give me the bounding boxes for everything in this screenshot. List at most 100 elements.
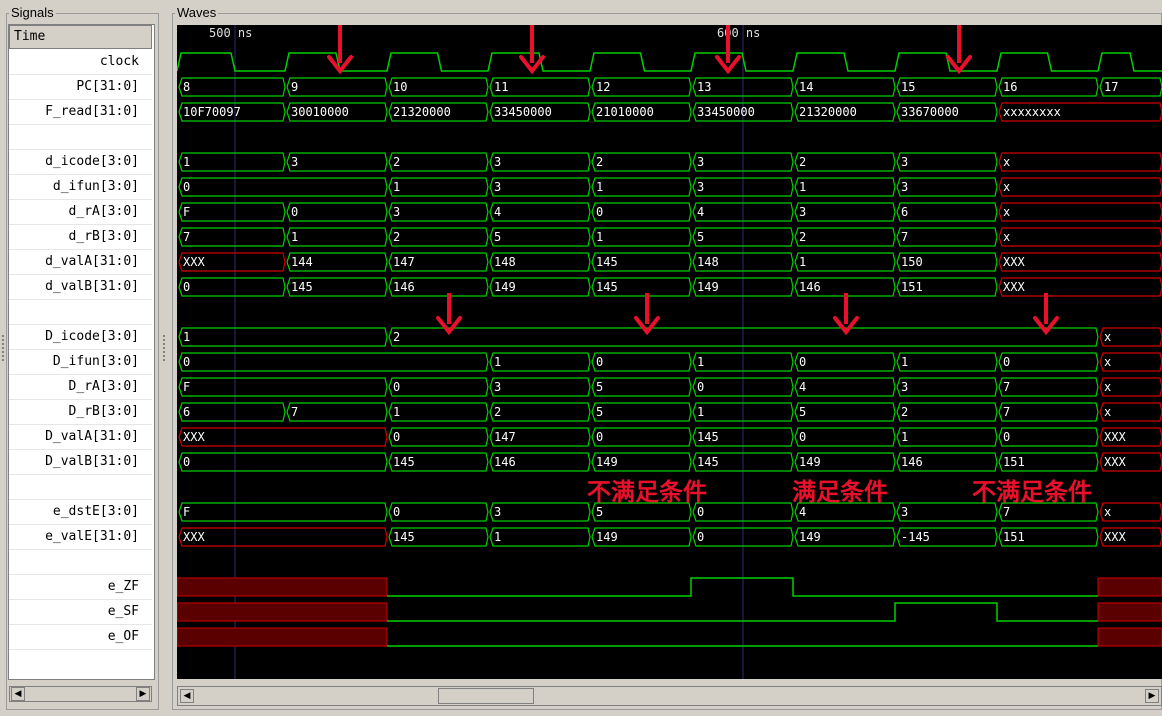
bus-value-label: XXX: [1104, 530, 1126, 544]
bus-segment: [489, 177, 591, 197]
signal-name[interactable]: d_icode[3:0]: [45, 154, 139, 170]
waves-panel-title: Waves: [175, 5, 219, 21]
bus-value-label: 0: [183, 455, 190, 469]
signal-name[interactable]: F_read[31:0]: [45, 104, 139, 120]
annotation-not-satisfied-1: 不满足条件: [587, 478, 707, 506]
signal-name[interactable]: D_ifun[3:0]: [53, 354, 139, 370]
signal-row-separator: [9, 399, 152, 400]
bus-segment: [896, 352, 998, 372]
bus-value-label: XXX: [1104, 455, 1126, 469]
bus-value-label: 3: [901, 505, 908, 519]
bus-segment: [896, 377, 998, 397]
bus-value-label: 151: [1003, 455, 1025, 469]
bus-value-label: XXX: [183, 530, 205, 544]
bus-segment: [896, 227, 998, 247]
bus-value-label: 1: [596, 180, 603, 194]
bit-undefined-region: [1097, 602, 1162, 622]
bus-segment: [998, 202, 1162, 222]
waveform-scrollbar[interactable]: ◀ ▶: [177, 686, 1162, 706]
wave-scroll-left-button[interactable]: ◀: [180, 689, 194, 703]
waveform-canvas[interactable]: 500 ns 600 ns 8 9 10 11 12 13 14 15 16 17 10F70097 30…: [177, 25, 1162, 679]
bus-value-label: 33450000: [697, 105, 755, 119]
bus-segment: [794, 177, 896, 197]
bus-value-label: 0: [596, 430, 603, 444]
bus-value-label: XXX: [183, 255, 205, 269]
signal-row-separator: [9, 524, 152, 525]
time-marker-right: 600 ns: [717, 26, 760, 40]
bus-value-label: 0: [393, 430, 400, 444]
signal-name[interactable]: D_valA[31:0]: [45, 429, 139, 445]
scroll-left-button[interactable]: ◀: [11, 687, 25, 701]
bus-value-label: 145: [393, 530, 415, 544]
wave-scroll-thumb[interactable]: [438, 688, 534, 704]
bus-segment: [286, 77, 388, 97]
bus-value-label: 4: [799, 505, 806, 519]
bus-value-label: 7: [1003, 505, 1010, 519]
signal-name[interactable]: d_rA[3:0]: [69, 204, 139, 220]
bus-value-label: 2: [901, 405, 908, 419]
signal-name[interactable]: D_valB[31:0]: [45, 454, 139, 470]
arrow-left-icon: ◀: [14, 689, 22, 699]
signal-list[interactable]: Time clock PC[31:0] F_read[31:0] d_icode[3:…: [8, 24, 155, 680]
bus-value-label: 0: [596, 355, 603, 369]
bus-segment: [998, 402, 1099, 422]
signal-row-separator: [9, 424, 152, 425]
signal-name[interactable]: e_ZF: [108, 579, 139, 595]
bus-value-label: 146: [494, 455, 516, 469]
arrow-left-icon: ◀: [183, 691, 191, 701]
signal-name[interactable]: d_valB[31:0]: [45, 279, 139, 295]
bit-undefined-region: [1097, 577, 1162, 597]
signal-row-separator: [9, 549, 152, 550]
bus-value-label: 0: [1003, 355, 1010, 369]
signal-name[interactable]: d_ifun[3:0]: [53, 179, 139, 195]
signal-row-separator: [9, 299, 152, 300]
bus-segment: [896, 177, 998, 197]
bus-segment: [896, 427, 998, 447]
signal-name[interactable]: e_valE[31:0]: [45, 529, 139, 545]
signal-row-separator: [9, 149, 152, 150]
signal-name[interactable]: e_dstE[3:0]: [53, 504, 139, 520]
bus-value-label: x: [1104, 405, 1111, 419]
bus-value-label: 145: [596, 280, 618, 294]
bit-undefined-region: [177, 627, 388, 647]
bus-segment: [178, 377, 388, 397]
splitter-grip-right[interactable]: [163, 335, 167, 361]
wave-scroll-right-button[interactable]: ▶: [1145, 689, 1159, 703]
signal-row-separator: [9, 449, 152, 450]
bus-value-label: 7: [291, 405, 298, 419]
bus-value-label: 7: [183, 230, 190, 244]
bus-value-label: 2: [799, 155, 806, 169]
signal-name[interactable]: e_SF: [108, 604, 139, 620]
bus-segment: [178, 227, 286, 247]
signal-name[interactable]: d_rB[3:0]: [69, 229, 139, 245]
splitter-grip-left[interactable]: [2, 335, 6, 361]
signal-row-separator: [9, 199, 152, 200]
bus-value-label: 2: [393, 155, 400, 169]
bus-segment: [591, 427, 692, 447]
signal-list-scrollbar[interactable]: ◀ ▶: [9, 686, 152, 702]
signal-name[interactable]: D_icode[3:0]: [45, 329, 139, 345]
bus-value-label: 5: [697, 230, 704, 244]
clock-waveform: [177, 52, 1162, 72]
bus-value-label: 148: [494, 255, 516, 269]
bus-value-label: 3: [494, 155, 501, 169]
bus-segment: [896, 402, 998, 422]
bus-value-label: 5: [494, 230, 501, 244]
signal-name[interactable]: clock: [100, 54, 139, 70]
signal-name[interactable]: d_valA[31:0]: [45, 254, 139, 270]
bus-value-label: 149: [596, 455, 618, 469]
bus-value-label: 2: [393, 330, 400, 344]
signal-name[interactable]: PC[31:0]: [76, 79, 139, 95]
annotation-not-satisfied-2: 不满足条件: [972, 478, 1092, 506]
bus-value-label: x: [1003, 205, 1010, 219]
bus-value-label: F: [183, 505, 190, 519]
bus-segment: [178, 277, 286, 297]
bus-value-label: 2: [393, 230, 400, 244]
bus-segment: [591, 377, 692, 397]
scroll-right-button[interactable]: ▶: [136, 687, 150, 701]
bus-value-label: 3: [393, 205, 400, 219]
signal-name[interactable]: e_OF: [108, 629, 139, 645]
signal-name[interactable]: D_rB[3:0]: [69, 404, 139, 420]
bus-segment: [591, 202, 692, 222]
signal-name[interactable]: D_rA[3:0]: [69, 379, 139, 395]
